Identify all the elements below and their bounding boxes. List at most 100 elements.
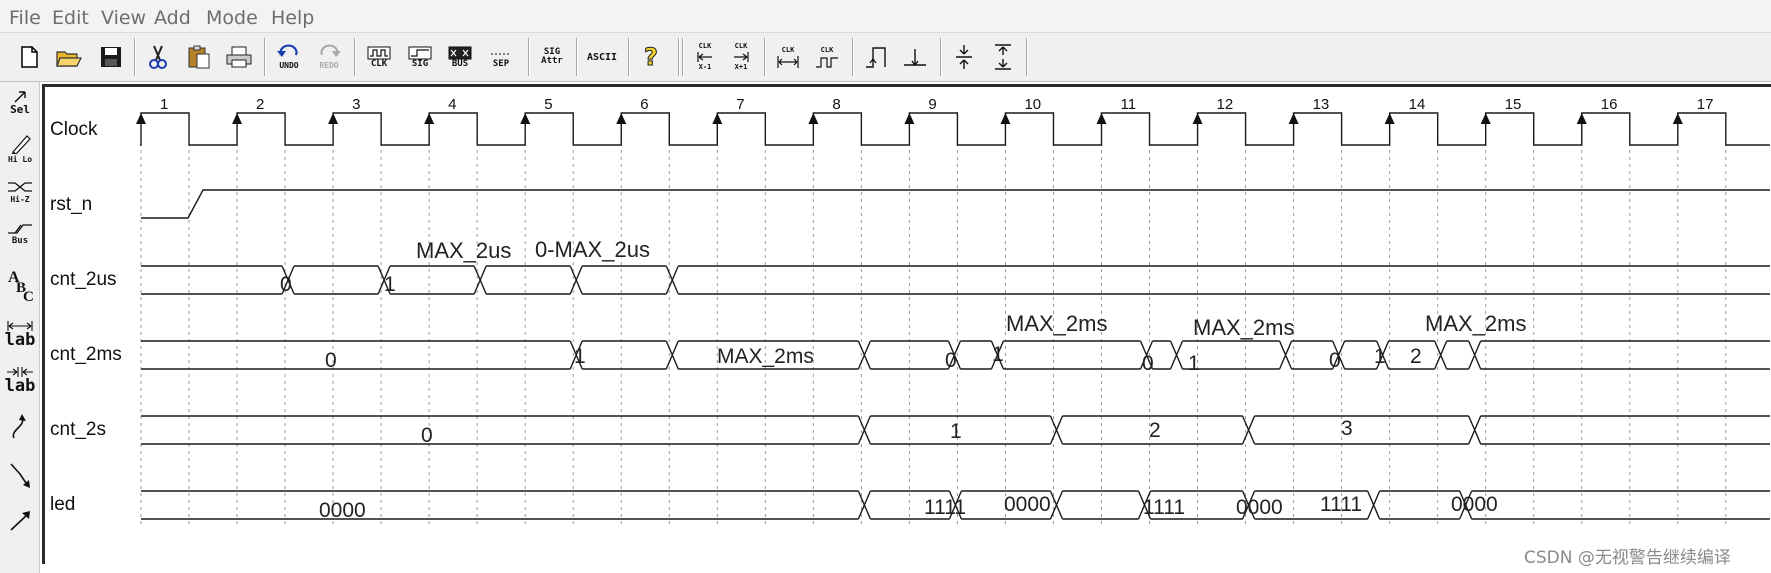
signal-name-led: led xyxy=(50,494,75,515)
undo-button[interactable]: UNDO xyxy=(272,39,306,75)
clock-edge-arrow xyxy=(232,113,243,124)
bus-value: MAX_2ms xyxy=(717,345,814,368)
menu-edit[interactable]: Edit xyxy=(52,7,89,29)
clock-cycle-number: 3 xyxy=(352,96,360,113)
clock-edge-arrow xyxy=(520,113,531,124)
line-arrow-tool[interactable] xyxy=(3,460,37,502)
help-question-icon: ? xyxy=(644,43,659,72)
help-button[interactable]: ? xyxy=(635,39,669,75)
clock-prev-edge-button[interactable]: CLK X-1 xyxy=(688,39,722,75)
open-folder-icon xyxy=(56,51,82,67)
bus-value: 0000 xyxy=(319,499,366,522)
clock-cycle-number: 2 xyxy=(256,96,264,113)
menu-view[interactable]: View xyxy=(101,7,146,29)
left-edge-arrow-icon xyxy=(697,52,712,62)
abc-text-icon: ABC xyxy=(8,269,34,304)
falling-edge-button[interactable] xyxy=(898,39,932,75)
signal-wave-icon xyxy=(408,46,432,59)
new-file-icon xyxy=(21,46,38,68)
cut-button[interactable] xyxy=(141,39,175,75)
bus-value: 0000 xyxy=(1236,496,1283,519)
bus-annotation: MAX_2ms xyxy=(1425,311,1526,336)
clock-cycle-number: 1 xyxy=(160,96,168,113)
open-file-button[interactable] xyxy=(52,39,86,75)
clipboard-icon xyxy=(188,45,210,69)
bus-value: 1 xyxy=(1188,352,1200,375)
clock-edge-arrow xyxy=(328,113,339,124)
label-marker-tool[interactable]: lab xyxy=(3,366,37,408)
label-delta-tool[interactable]: lab xyxy=(3,320,37,362)
bus-value: 1111 xyxy=(1143,496,1185,519)
bus-value: 0 xyxy=(945,349,957,372)
clock-cycle-number: 8 xyxy=(832,96,840,113)
signal-name-clock: Clock xyxy=(50,119,98,140)
compress-vertical-icon xyxy=(956,45,972,69)
add-clock-button[interactable]: CLK xyxy=(362,39,396,75)
signal-name-cnt-2s: cnt_2s xyxy=(50,419,106,440)
menu-mode[interactable]: Mode xyxy=(206,7,258,29)
line-up-arrow-icon xyxy=(10,511,30,531)
clock-cycle-number: 4 xyxy=(448,96,456,113)
save-button[interactable] xyxy=(94,39,128,75)
toolbar: UNDO REDO CLK SIG BUS SEP SIG Attr ASCII… xyxy=(0,33,1771,82)
bus-value: 1 xyxy=(1374,345,1386,368)
expand-vertical-icon xyxy=(995,44,1011,70)
paste-button[interactable] xyxy=(182,39,216,75)
rising-edge-button[interactable] xyxy=(860,39,894,75)
svg-text:?: ? xyxy=(644,43,658,71)
clock-edge-arrow xyxy=(808,113,819,124)
ascii-button[interactable]: ASCII xyxy=(583,39,621,75)
redo-button[interactable]: REDO xyxy=(312,39,346,75)
clock-edge-arrow xyxy=(712,113,723,124)
bus-value: 1 xyxy=(574,345,586,368)
add-separator-button[interactable]: SEP xyxy=(484,39,518,75)
menu-help[interactable]: Help xyxy=(271,7,314,29)
curve-tool[interactable] xyxy=(3,412,37,454)
clock-cycle-number: 15 xyxy=(1505,96,1522,113)
pencil-icon xyxy=(11,135,31,154)
waveform-canvas[interactable]: 1 2 3 4 5 6 7 8 9 10 11 12 13 14 15 16 17 Clockrst_ncnt_… xyxy=(45,87,1771,564)
add-bus-button[interactable]: BUS xyxy=(443,39,477,75)
select-tool[interactable]: Sel xyxy=(3,90,37,132)
clock-edge-arrow xyxy=(616,113,627,124)
clock-next-edge-button[interactable]: CLK X+1 xyxy=(724,39,758,75)
signal-attributes-button[interactable]: SIG Attr xyxy=(535,39,569,75)
clock-edge-button[interactable]: CLK xyxy=(810,39,844,75)
clock-edge-arrow xyxy=(424,113,435,124)
rising-edge-icon xyxy=(866,47,886,68)
bus-value: 3 xyxy=(1341,417,1353,440)
bus-value: 1 xyxy=(992,343,1004,366)
menu-file[interactable]: File xyxy=(9,7,41,29)
clock-wave-icon xyxy=(367,46,391,59)
hi-z-tool[interactable]: Hi-Z xyxy=(3,180,37,222)
clock-stretch-button[interactable]: CLK xyxy=(771,39,805,75)
clock-edge-arrow xyxy=(1672,113,1683,124)
undo-arrow-icon xyxy=(277,43,298,57)
signal-name-rst-n: rst_n xyxy=(50,194,92,215)
bus-value: 0 xyxy=(280,273,292,296)
bus-value: 0 xyxy=(325,349,337,372)
separator-icon xyxy=(491,53,511,54)
bus-annotation: MAX_2ms xyxy=(1006,311,1107,336)
bus-tool[interactable]: Bus xyxy=(3,222,37,264)
clock-cycle-number: 12 xyxy=(1217,96,1234,113)
clock-cycle-number: 10 xyxy=(1024,96,1041,113)
zoom-in-time-button[interactable] xyxy=(947,39,981,75)
rst-n-waveform xyxy=(141,189,1770,219)
zoom-out-time-button[interactable] xyxy=(986,39,1020,75)
bus-annotation: MAX_2us xyxy=(416,238,511,263)
redo-arrow-icon xyxy=(320,43,341,57)
hi-lo-tool[interactable]: Hi Lo xyxy=(3,134,37,176)
add-signal-button[interactable]: SIG xyxy=(403,39,437,75)
left-toolbar: Sel Hi Lo Hi-Z Bus ABC lab lab xyxy=(0,82,40,573)
bus-value: 1 xyxy=(950,420,962,443)
text-tool[interactable]: ABC xyxy=(3,268,37,312)
new-file-button[interactable] xyxy=(12,39,46,75)
menu-add[interactable]: Add xyxy=(154,7,191,29)
clock-edge-arrow xyxy=(1192,113,1203,124)
bus-value: 0000 xyxy=(1451,493,1498,516)
line-tool[interactable] xyxy=(3,508,37,538)
print-button[interactable] xyxy=(222,39,256,75)
clock-waveform xyxy=(140,112,1770,146)
menu-bar: File Edit View Add Mode Help xyxy=(0,0,1771,33)
